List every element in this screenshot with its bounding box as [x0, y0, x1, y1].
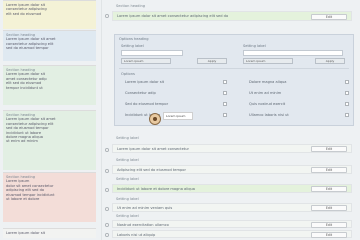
- row-text: Incididunt ut labore et dolore magna ali…: [117, 187, 195, 191]
- tooltip: Lorem ipsum: [163, 112, 193, 120]
- row-radio[interactable]: [105, 233, 109, 237]
- row-text: Laboris nisi ut aliquip: [117, 232, 156, 237]
- row-label: Setting label: [116, 177, 139, 181]
- row-label: Setting label: [116, 214, 139, 218]
- row-text: Ut enim ad minim veniam quis: [117, 206, 173, 210]
- sidebar-panel-3[interactable]: Section heading Lorem ipsum dolor sit am…: [3, 65, 96, 105]
- row-edit-button[interactable]: Edit: [311, 186, 347, 192]
- option-label: Ullamco laboris nisi ut: [249, 113, 289, 117]
- setting-row[interactable]: Nostrud exercitation ullamco Edit: [112, 220, 352, 228]
- option-label: Consectetur adip: [125, 91, 156, 95]
- sidebar-line: sed do eiusmod tempor: [6, 46, 49, 51]
- setting-row[interactable]: Lorem ipsum dolor sit amet consectetur E…: [112, 144, 352, 153]
- option-checkbox[interactable]: [345, 91, 349, 95]
- row-radio[interactable]: [105, 188, 109, 192]
- row-edit-button[interactable]: Edit: [311, 231, 347, 238]
- setting-row[interactable]: Laboris nisi ut aliquip Edit: [112, 230, 352, 238]
- option-checkbox[interactable]: [223, 80, 227, 84]
- top-radio[interactable]: [105, 14, 109, 18]
- left-text-field[interactable]: [121, 50, 183, 56]
- row-edit-button[interactable]: Edit: [311, 167, 347, 173]
- option-checkbox[interactable]: [223, 102, 227, 106]
- row-label: Setting label: [116, 158, 139, 162]
- row-edit-button[interactable]: Edit: [311, 146, 347, 152]
- top-row-text: Lorem ipsum dolor sit amet consectetur a…: [117, 14, 229, 18]
- sidebar-panel-6[interactable]: Lorem ipsum dolor sit: [3, 228, 96, 238]
- row-edit-button[interactable]: Edit: [311, 205, 347, 211]
- top-section-label: Section heading: [116, 4, 146, 8]
- option-checkbox[interactable]: [223, 91, 227, 95]
- option-label: Ut enim ad minim: [249, 91, 282, 95]
- option-label: Sed do eiusmod tempor: [125, 102, 169, 106]
- sidebar-line: Lorem ipsum dolor sit: [6, 231, 46, 235]
- sidebar-divider: [101, 0, 102, 240]
- left-apply-button[interactable]: Apply: [197, 58, 227, 64]
- left-combo[interactable]: Lorem ipsum: [121, 58, 171, 64]
- sidebar-panel-1[interactable]: Lorem ipsum dolor sit consectetur adipis…: [3, 0, 96, 29]
- options-checks-label: Options: [121, 72, 135, 76]
- sidebar: Lorem ipsum dolor sit consectetur adipis…: [0, 0, 98, 240]
- row-text: Nostrud exercitation ullamco: [117, 222, 169, 227]
- option-checkbox[interactable]: [223, 113, 227, 117]
- right-combo[interactable]: Lorem ipsum: [243, 58, 293, 64]
- sidebar-panel-5[interactable]: Section heading Lorem ipsum dolor sit am…: [3, 172, 96, 222]
- sidebar-line: ut enim ad minim: [6, 139, 38, 144]
- row-label: Setting label: [116, 197, 139, 201]
- row-radio[interactable]: [105, 207, 109, 211]
- row-edit-button[interactable]: Edit: [311, 221, 347, 228]
- top-row-button[interactable]: Edit: [311, 13, 347, 20]
- option-label: Quis nostrud exercit: [249, 102, 286, 106]
- row-text: Adipiscing elit sed do eiusmod tempor: [117, 168, 186, 172]
- setting-row[interactable]: Adipiscing elit sed do eiusmod tempor Ed…: [112, 165, 352, 174]
- row-radio[interactable]: [105, 223, 109, 227]
- setting-row[interactable]: Ut enim ad minim veniam quis Edit: [112, 203, 352, 212]
- option-label: Dolore magna aliqua: [249, 80, 287, 84]
- option-checkbox[interactable]: [345, 113, 349, 117]
- sidebar-panel-4[interactable]: Section heading Lorem ipsum dolor sit am…: [3, 110, 96, 170]
- row-radio[interactable]: [105, 148, 109, 152]
- hand-cursor-icon: [149, 113, 161, 125]
- option-checkbox[interactable]: [345, 80, 349, 84]
- right-apply-button[interactable]: Apply: [315, 58, 345, 64]
- sidebar-line: ut labore et dolore: [6, 197, 40, 202]
- setting-row-selected[interactable]: Incididunt ut labore et dolore magna ali…: [112, 184, 352, 193]
- options-divider: [119, 68, 349, 69]
- row-label: Setting label: [116, 136, 139, 140]
- option-checkbox[interactable]: [345, 102, 349, 106]
- sidebar-line: elit sed do eiusmod: [6, 11, 42, 16]
- options-title: Options heading: [119, 37, 149, 41]
- sidebar-panel-2[interactable]: Section heading Lorem ipsum dolor sit am…: [3, 30, 96, 61]
- left-group-label: Setting label: [121, 44, 144, 48]
- right-text-field[interactable]: [243, 50, 343, 56]
- row-text: Lorem ipsum dolor sit amet consectetur: [117, 147, 189, 151]
- sidebar-line: tempor incididunt ut: [6, 85, 43, 90]
- top-setting-row[interactable]: Lorem ipsum dolor sit amet consectetur a…: [112, 11, 352, 21]
- option-label: Lorem ipsum dolor sit: [125, 80, 165, 84]
- row-radio[interactable]: [105, 169, 109, 173]
- right-group-label: Setting label: [243, 44, 266, 48]
